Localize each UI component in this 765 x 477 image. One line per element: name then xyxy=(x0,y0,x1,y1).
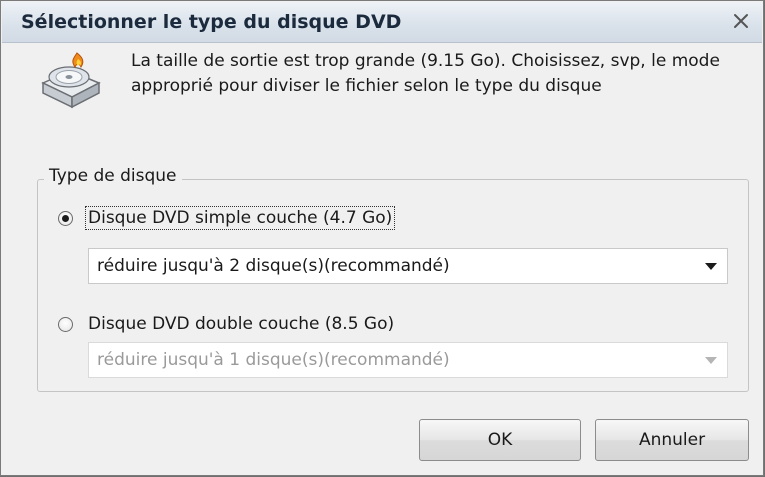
select-value-double-layer: réduire jusqu'à 1 disque(s)(recommandé) xyxy=(97,350,450,370)
dialog-title: Sélectionner le type du disque DVD xyxy=(21,11,402,33)
select-value-single-layer: réduire jusqu'à 2 disque(s)(recommandé) xyxy=(97,256,450,276)
close-button[interactable] xyxy=(724,6,758,36)
chevron-down-icon xyxy=(705,357,717,364)
chevron-down-icon[interactable] xyxy=(705,263,717,270)
cancel-button[interactable]: Annuler xyxy=(595,419,749,461)
radio-label-single-layer[interactable]: Disque DVD simple couche (4.7 Go) xyxy=(84,206,396,230)
dvd-burner-icon xyxy=(37,47,103,115)
ok-button[interactable]: OK xyxy=(419,419,581,461)
close-icon xyxy=(734,14,748,28)
disc-type-group: Type de disque Disque DVD simple couche … xyxy=(37,166,749,392)
radio-single-layer[interactable]: Disque DVD simple couche (4.7 Go) xyxy=(58,206,396,230)
radio-button-single-layer[interactable] xyxy=(58,210,73,226)
radio-double-layer[interactable]: Disque DVD double couche (8.5 Go) xyxy=(58,314,395,334)
radio-button-double-layer[interactable] xyxy=(58,316,73,332)
dialog-window: Sélectionner le type du disque DVD La ta… xyxy=(0,0,764,476)
group-legend: Type de disque xyxy=(44,166,182,186)
title-bar[interactable]: Sélectionner le type du disque DVD xyxy=(2,2,762,43)
info-message: La taille de sortie est trop grande (9.1… xyxy=(131,51,720,96)
split-select-single-layer[interactable]: réduire jusqu'à 2 disque(s)(recommandé) xyxy=(88,248,728,284)
radio-label-double-layer[interactable]: Disque DVD double couche (8.5 Go) xyxy=(87,314,395,334)
split-select-double-layer: réduire jusqu'à 1 disque(s)(recommandé) xyxy=(88,342,728,378)
